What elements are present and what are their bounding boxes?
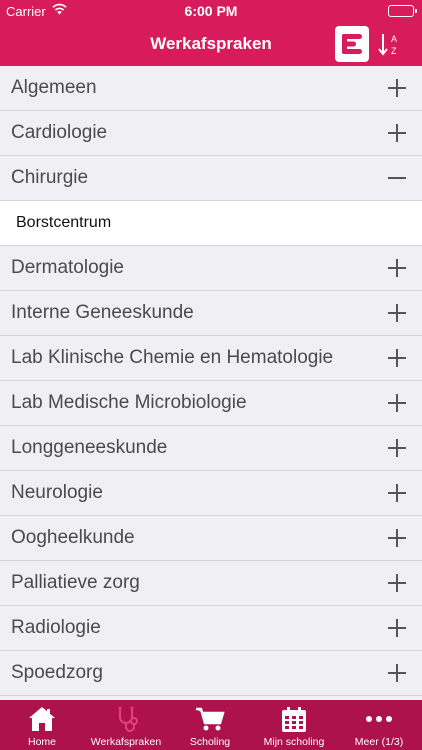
tab-label: Home [27, 736, 56, 748]
list-item-interne-geneeskunde[interactable]: Interne Geneeskunde [0, 291, 422, 336]
brand-logo-button[interactable] [335, 26, 369, 62]
tab-mijn-scholing[interactable]: Mijn scholing [252, 700, 336, 750]
svg-text:A: A [391, 34, 397, 44]
clock: 6:00 PM [184, 3, 238, 19]
more-icon [366, 716, 392, 722]
list-item-cardiologie[interactable]: Cardiologie [0, 111, 422, 156]
plus-icon[interactable] [388, 79, 406, 97]
tab-label: Scholing [189, 736, 231, 748]
list-item-label: Longgeneeskunde [11, 437, 168, 458]
plus-icon[interactable] [388, 304, 406, 322]
plus-icon[interactable] [388, 529, 406, 547]
plus-icon[interactable] [388, 349, 406, 367]
list-item-lab-klinische-chemie[interactable]: Lab Klinische Chemie en Hematologie [0, 336, 422, 381]
plus-icon[interactable] [388, 394, 406, 412]
tab-werkafspraken[interactable]: Werkafspraken [84, 700, 168, 750]
list-item-label: Dermatologie [11, 257, 124, 278]
stethoscope-icon [118, 706, 138, 732]
plus-icon[interactable] [388, 574, 406, 592]
minus-icon[interactable] [388, 169, 406, 187]
list-item-label: Chirurgie [11, 167, 89, 188]
list-item-spoedzorg[interactable]: Spoedzorg [0, 651, 422, 696]
list-item-algemeen[interactable]: Algemeen [0, 66, 422, 111]
list-item-radiologie[interactable]: Radiologie [0, 606, 422, 651]
plus-icon[interactable] [388, 664, 406, 682]
tab-home[interactable]: Home [0, 700, 84, 750]
tab-scholing[interactable]: Scholing [168, 700, 252, 750]
plus-icon[interactable] [388, 124, 406, 142]
calendar-icon [282, 707, 306, 732]
sort-az-button[interactable]: A Z [377, 28, 405, 60]
sub-item-borstcentrum[interactable]: Borstcentrum [0, 201, 422, 246]
brand-logo-icon [342, 34, 362, 54]
list-item-longgeneeskunde[interactable]: Longgeneeskunde [0, 426, 422, 471]
plus-icon[interactable] [388, 619, 406, 637]
list-item-neurologie[interactable]: Neurologie [0, 471, 422, 516]
list-item-dermatologie[interactable]: Dermatologie [0, 246, 422, 291]
list-item-chirurgie[interactable]: Chirurgie [0, 156, 422, 201]
cart-icon [196, 707, 225, 731]
plus-icon[interactable] [388, 439, 406, 457]
sub-item-label: Borstcentrum [16, 214, 112, 231]
list-item-label: Algemeen [11, 77, 97, 98]
list-item-label: Radiologie [11, 617, 101, 638]
list-item-label: Cardiologie [11, 122, 108, 143]
list-item-label: Neurologie [11, 482, 103, 503]
list-item-oogheelkunde[interactable]: Oogheelkunde [0, 516, 422, 561]
category-list: Algemeen Cardiologie Chirurgie Borstcent… [0, 66, 422, 700]
list-item-label: Spoedzorg [11, 662, 103, 683]
list-item-label: Lab Klinische Chemie en Hematologie [11, 347, 334, 368]
svg-text:Z: Z [391, 46, 397, 56]
tab-bar: Home Werkafspraken Scholing Mijn scholin… [0, 700, 422, 750]
status-bar: Carrier 6:00 PM [0, 0, 422, 22]
tab-label: Werkafspraken [90, 736, 162, 748]
sort-az-icon: A Z [378, 34, 397, 56]
list-item-label: Palliatieve zorg [11, 572, 140, 593]
list-item-label: Lab Medische Microbiologie [11, 392, 247, 413]
list-item-label: Interne Geneeskunde [11, 302, 194, 323]
plus-icon[interactable] [388, 259, 406, 277]
home-icon [29, 707, 55, 731]
tab-label: Mijn scholing [263, 736, 325, 748]
tab-meer[interactable]: Meer (1/3) [336, 700, 422, 750]
list-item-label: Oogheelkunde [11, 527, 135, 548]
list-item-palliatieve-zorg[interactable]: Palliatieve zorg [0, 561, 422, 606]
list-item-lab-medische-microbiologie[interactable]: Lab Medische Microbiologie [0, 381, 422, 426]
plus-icon[interactable] [388, 484, 406, 502]
tab-label: Meer (1/3) [354, 736, 404, 748]
navigation-bar: Werkafspraken A Z [0, 22, 422, 66]
battery-icon [388, 5, 417, 17]
